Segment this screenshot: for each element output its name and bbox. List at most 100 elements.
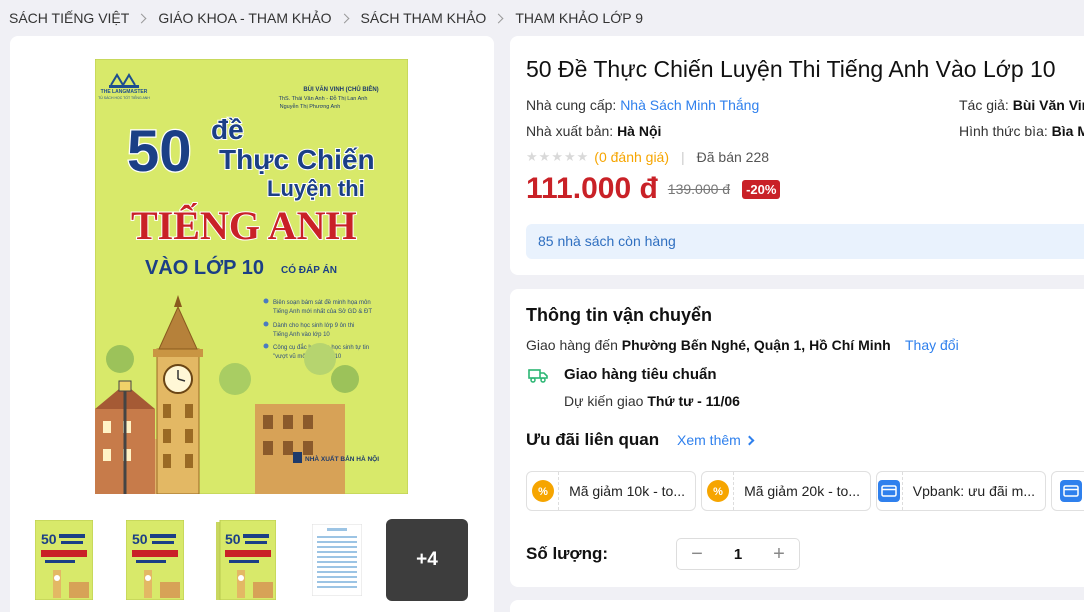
rating-count-link[interactable]: (0 đánh giá)	[594, 149, 669, 165]
delivery-eta: Dự kiến giao Thứ tư - 11/06	[564, 393, 740, 409]
thumbnail-answer-page[interactable]	[307, 519, 367, 601]
publisher-value: Hà Nội	[617, 123, 662, 139]
cover-type-row: Hình thức bìa: Bìa Mềm	[959, 123, 1084, 139]
product-title: 50 Đề Thực Chiến Luyện Thi Tiếng Anh Vào…	[526, 56, 1056, 82]
next-section-card	[510, 600, 1084, 612]
product-info-card: 50 Đề Thực Chiến Luyện Thi Tiếng Anh Vào…	[510, 36, 1084, 275]
cover-tieng-anh: TIẾNG ANH	[131, 203, 357, 248]
quantity-stepper: − 1 +	[676, 538, 800, 570]
cover-luyen-thi: Luyện thi	[267, 176, 365, 201]
svg-text:Biên soạn bám sát đề minh họa: Biên soạn bám sát đề minh họa môn	[273, 300, 371, 306]
shipping-method: Giao hàng tiêu chuẩn	[564, 366, 717, 383]
current-price: 111.000 đ	[526, 172, 658, 205]
eta-label: Dự kiến giao	[564, 393, 644, 409]
coupon-item[interactable]: % Mã giảm 20k - to...	[701, 471, 871, 511]
see-more-label: Xem thêm	[677, 432, 741, 448]
discount-badge: -20%	[742, 179, 781, 199]
percent-coupon-icon: %	[702, 472, 735, 510]
breadcrumb-item-tham-khao-lop-9[interactable]: THAM KHẢO LỚP 9	[515, 10, 643, 26]
svg-text:50: 50	[225, 531, 241, 547]
product-main-image[interactable]: THE LANGMASTER TỦ SÁCH HỌC TỐT TIẾNG ANH…	[94, 58, 409, 495]
breadcrumb-item-sach-tham-khao[interactable]: SÁCH THAM KHẢO	[361, 10, 487, 26]
increase-quantity-button[interactable]: +	[771, 544, 787, 564]
star-icon: ★	[551, 149, 563, 164]
price-row: 111.000 đ 139.000 đ -20%	[526, 172, 781, 206]
cover-author-3: Nguyễn Thị Phương Anh	[280, 103, 341, 110]
thumbnail-cover-alt[interactable]: 50	[125, 519, 185, 601]
divider: |	[681, 149, 685, 165]
cover-thuc-chien: Thực Chiến	[219, 144, 375, 175]
truck-icon	[528, 367, 548, 388]
thumbnail-strip: 50 50 50 +4	[34, 519, 468, 601]
author-row: Tác giả: Bùi Văn Vinh	[959, 97, 1084, 113]
card-icon	[1052, 472, 1084, 510]
quantity-value[interactable]: 1	[734, 546, 742, 563]
supplier-label: Nhà cung cấp:	[526, 97, 617, 113]
see-more-link[interactable]: Xem thêm	[677, 432, 755, 448]
shipping-address: Phường Bến Nghé, Quận 1, Hồ Chí Minh	[621, 337, 891, 353]
chevron-right-icon	[136, 13, 147, 23]
chevron-right-icon	[744, 435, 755, 445]
cover-author-2: ThS. Thái Vân Anh - Đỗ Thị Lan Anh	[279, 95, 368, 102]
chevron-right-icon	[339, 13, 349, 23]
publisher-row: Nhà xuất bản: Hà Nội	[526, 123, 661, 139]
publisher-logo	[293, 452, 302, 463]
svg-text:50: 50	[132, 531, 148, 547]
svg-text:Tiếng Anh mới nhất của Sở GD &: Tiếng Anh mới nhất của Sở GD & ĐT	[273, 308, 372, 315]
svg-text:THE LANGMASTER: THE LANGMASTER	[101, 89, 148, 95]
star-icon: ★	[563, 149, 576, 164]
cover-de: đề	[211, 114, 244, 145]
author-label: Tác giả:	[959, 97, 1009, 113]
thumbnail-cover-front[interactable]: 50	[34, 519, 94, 601]
cover-type-label: Hình thức bìa:	[959, 123, 1048, 139]
coupon-label: Mã giảm 10k - to...	[569, 483, 685, 499]
author-value: Bùi Văn Vinh	[1012, 97, 1084, 113]
decrease-quantity-button[interactable]: −	[689, 544, 705, 564]
cover-number: 50	[127, 119, 192, 184]
quantity-label: Số lượng:	[526, 544, 608, 563]
coupon-label: Mã giảm 20k - to...	[744, 483, 860, 499]
more-images-button[interactable]: +4	[386, 519, 468, 601]
breadcrumb-item-sach-tieng-viet[interactable]: SÁCH TIẾNG VIỆT	[9, 10, 129, 26]
cover-co-dap-an: CÓ ĐÁP ÁN	[281, 263, 337, 276]
breadcrumb: SÁCH TIẾNG VIỆT GIÁO KHOA - THAM KHẢO SÁ…	[9, 10, 643, 26]
star-icon: ★	[526, 149, 538, 164]
shipping-title: Thông tin vận chuyển	[526, 305, 713, 325]
shipping-card: Thông tin vận chuyển Giao hàng đến Phườn…	[510, 289, 1084, 587]
svg-text:50: 50	[41, 531, 57, 547]
svg-text:Tiếng Anh vào lớp 10: Tiếng Anh vào lớp 10	[273, 332, 330, 338]
card-icon	[877, 472, 903, 510]
publisher-label: Nhà xuất bản:	[526, 123, 614, 139]
cover-type-value: Bìa Mềm	[1051, 123, 1084, 139]
star-icon: ★	[538, 149, 551, 164]
breadcrumb-item-giao-khoa[interactable]: GIÁO KHOA - THAM KHẢO	[158, 10, 331, 26]
star-rating: ★ ★ ★ ★ ★	[526, 149, 588, 165]
cover-vao-lop: VÀO LỚP 10	[145, 255, 264, 279]
coupon-item[interactable]: Vpbank: ưu đãi m...	[876, 471, 1046, 511]
svg-text:%: %	[713, 486, 723, 498]
stock-availability[interactable]: 85 nhà sách còn hàng	[526, 224, 1084, 259]
coupon-list: % Mã giảm 10k - to... % Mã giảm 20k - to…	[526, 471, 1084, 511]
promotions-title: Ưu đãi liên quan	[526, 430, 660, 449]
sold-count: Đã bán 228	[696, 149, 770, 165]
shipping-address-row: Giao hàng đến Phường Bến Nghé, Quận 1, H…	[526, 337, 891, 353]
coupon-item[interactable]: % Mã giảm 10k - to...	[526, 471, 696, 511]
shipping-to-label: Giao hàng đến	[526, 337, 618, 353]
rating-row: ★ ★ ★ ★ ★ (0 đánh giá) | Đã bán 228	[526, 149, 769, 165]
cover-author-main: BÙI VĂN VINH (CHỦ BIÊN)	[303, 85, 378, 93]
coupon-label: Vpbank: ưu đãi m...	[912, 483, 1035, 499]
svg-text:TỦ SÁCH HỌC TỐT TIẾNG ANH: TỦ SÁCH HỌC TỐT TIẾNG ANH	[98, 95, 150, 100]
eta-value: Thứ tư - 11/06	[647, 393, 740, 409]
supplier-link[interactable]: Nhà Sách Minh Thắng	[620, 97, 759, 113]
supplier-row: Nhà cung cấp: Nhà Sách Minh Thắng	[526, 97, 759, 113]
svg-text:%: %	[538, 486, 548, 498]
coupon-item[interactable]	[1051, 471, 1084, 511]
svg-text:Dành cho học sinh lớp 9 ôn thi: Dành cho học sinh lớp 9 ôn thi	[273, 323, 354, 329]
thumbnail-cover-3d[interactable]: 50	[216, 519, 276, 601]
change-address-link[interactable]: Thay đổi	[905, 337, 959, 353]
product-gallery: THE LANGMASTER TỦ SÁCH HỌC TỐT TIẾNG ANH…	[10, 36, 494, 612]
stock-text: 85 nhà sách còn hàng	[538, 233, 676, 249]
original-price: 139.000 đ	[667, 181, 731, 197]
percent-coupon-icon: %	[527, 472, 560, 510]
star-icon: ★	[576, 149, 589, 164]
